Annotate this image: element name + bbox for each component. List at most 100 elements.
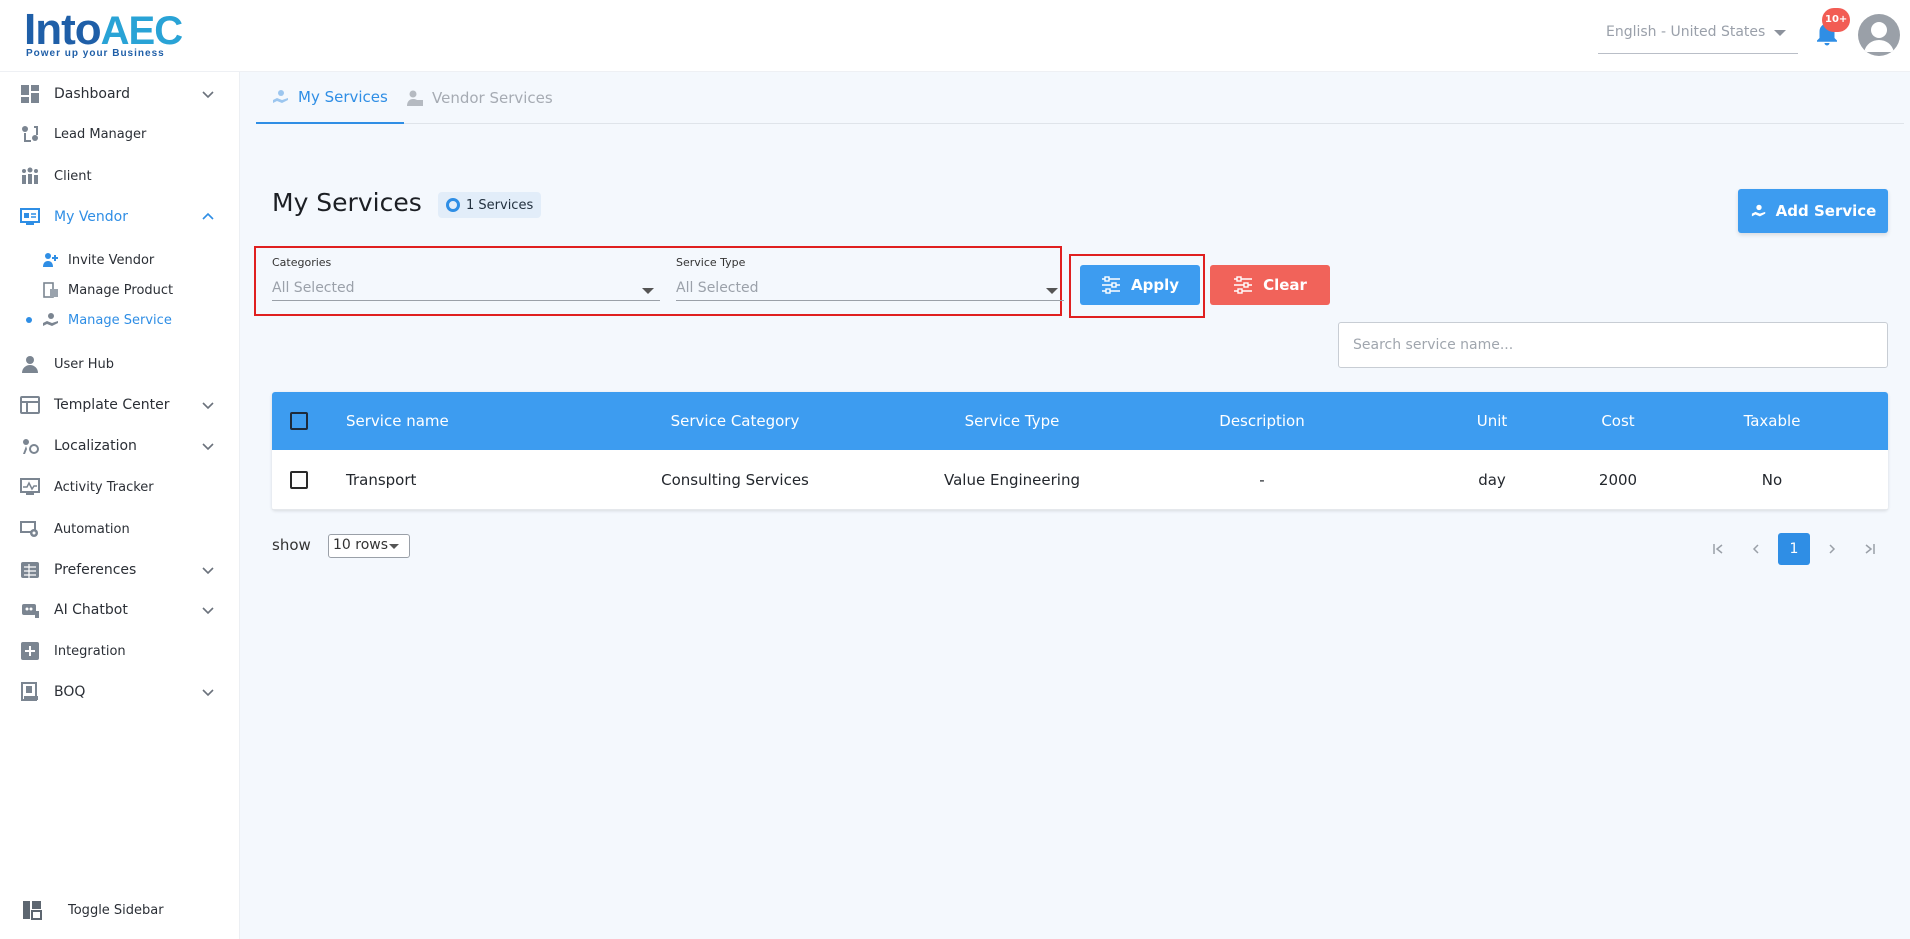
service-type-select[interactable]: Service Type All Selected xyxy=(676,256,1064,302)
sidebar-item-label: BOQ xyxy=(54,684,86,700)
language-select[interactable]: English - United States xyxy=(1598,14,1798,54)
active-dot xyxy=(26,317,32,323)
categories-select[interactable]: Categories All Selected xyxy=(272,256,660,302)
sidebar-item-template-center[interactable]: Template Center xyxy=(0,385,240,425)
toggle-sidebar-button[interactable]: Toggle Sidebar xyxy=(0,890,240,930)
template-icon xyxy=(20,396,40,414)
sidebar-item-my-vendor[interactable]: My Vendor xyxy=(0,197,240,237)
sidebar-item-preferences[interactable]: Preferences xyxy=(0,550,240,590)
service-type-label: Service Type xyxy=(676,256,746,269)
table-header: Service name Service Category Service Ty… xyxy=(272,392,1888,450)
select-all-cell xyxy=(290,392,314,450)
cell-service-name: Transport xyxy=(346,470,417,489)
column-header[interactable]: Service Type xyxy=(872,392,1152,450)
show-label: show xyxy=(272,536,311,554)
sliders-icon xyxy=(1234,276,1253,294)
sidebar-subitem-label: Invite Vendor xyxy=(68,252,155,268)
manage-product-icon xyxy=(43,282,58,298)
last-page-button[interactable] xyxy=(1854,533,1886,565)
page-button-current[interactable]: 1 xyxy=(1778,533,1810,565)
caret-down-icon xyxy=(642,288,654,294)
services-count-badge: 1 Services xyxy=(438,192,542,218)
sidebar-item-automation[interactable]: Automation xyxy=(0,509,240,549)
first-page-button[interactable] xyxy=(1702,533,1734,565)
sidebar-subitem-label: Manage Product xyxy=(68,282,174,298)
rows-per-page-value: 10 rows xyxy=(333,537,389,553)
first-page-icon xyxy=(1713,544,1723,554)
field-underline xyxy=(272,300,660,301)
integration-icon xyxy=(21,642,39,660)
chevron-up-icon xyxy=(202,212,214,220)
apply-label: Apply xyxy=(1130,276,1179,294)
sidebar-item-user-hub[interactable]: User Hub xyxy=(0,344,240,384)
sidebar-toggle-icon xyxy=(23,901,42,920)
notification-badge: 10+ xyxy=(1822,8,1851,32)
sidebar-item-label: My Vendor xyxy=(54,209,128,225)
sidebar-subitem-manage-product[interactable]: Manage Product xyxy=(0,275,240,305)
sidebar-item-label: User Hub xyxy=(54,356,115,372)
sidebar-item-activity-tracker[interactable]: Activity Tracker xyxy=(0,467,240,507)
cell-unit: day xyxy=(1478,470,1506,489)
chevron-down-icon xyxy=(202,91,214,99)
add-service-label: Add Service xyxy=(1775,202,1877,220)
sidebar-item-ai-chatbot[interactable]: AI Chatbot xyxy=(0,590,240,630)
sidebar-item-label: Activity Tracker xyxy=(54,479,154,495)
avatar[interactable] xyxy=(1858,14,1900,56)
app-logo[interactable]: IntoAEC Power up your Business xyxy=(24,6,183,62)
cell-cost: 2000 xyxy=(1598,470,1638,489)
sidebar-item-label: Automation xyxy=(54,521,130,537)
preferences-icon xyxy=(21,562,39,578)
clear-button[interactable]: Clear xyxy=(1210,265,1330,305)
chevron-down-icon xyxy=(202,443,214,451)
categories-label: Categories xyxy=(272,256,332,269)
lead-manager-icon xyxy=(22,126,38,142)
sidebar-item-boq[interactable]: BOQ xyxy=(0,672,240,712)
sidebar-item-localization[interactable]: Localization xyxy=(0,426,240,466)
cell-service-type: Value Engineering xyxy=(944,470,1080,489)
sidebar-item-label: AI Chatbot xyxy=(54,602,128,618)
sidebar-subitem-invite-vendor[interactable]: Invite Vendor xyxy=(0,245,240,275)
sidebar: Dashboard Lead Manager Client My Vendor … xyxy=(0,72,240,939)
cell-service-category: Consulting Services xyxy=(661,470,809,489)
column-header[interactable]: Taxable xyxy=(1722,392,1822,450)
column-header[interactable]: Description xyxy=(1152,392,1372,450)
tab-vendor-services[interactable]: Vendor Services xyxy=(406,72,553,124)
last-page-icon xyxy=(1865,544,1875,554)
sidebar-item-lead-manager[interactable]: Lead Manager xyxy=(0,114,240,154)
rows-per-page-select[interactable]: 10 rows xyxy=(328,534,410,558)
chevron-down-icon xyxy=(202,689,214,697)
chevron-down-icon xyxy=(202,607,214,615)
prev-page-button[interactable] xyxy=(1740,533,1772,565)
sidebar-item-label: Integration xyxy=(54,643,126,659)
sidebar-subitem-manage-service[interactable]: Manage Service xyxy=(0,305,240,335)
page-title: My Services xyxy=(272,188,422,217)
select-all-checkbox[interactable] xyxy=(290,412,308,430)
caret-down-icon xyxy=(1774,30,1786,36)
row-checkbox[interactable] xyxy=(290,470,308,489)
service-hand-icon xyxy=(1751,204,1765,217)
column-header[interactable]: Cost xyxy=(1568,392,1668,450)
main-content: My Services Vendor Services My Services … xyxy=(240,72,1910,939)
localization-icon xyxy=(23,439,39,454)
service-hand-icon xyxy=(273,90,288,103)
cell-description: - xyxy=(1259,470,1265,489)
field-underline xyxy=(676,300,1064,301)
sidebar-item-dashboard[interactable]: Dashboard xyxy=(0,74,240,114)
column-header[interactable]: Service Category xyxy=(612,392,858,450)
sidebar-item-integration[interactable]: Integration xyxy=(0,631,240,671)
column-header[interactable]: Service name xyxy=(346,392,449,450)
sidebar-item-client[interactable]: Client xyxy=(0,156,240,196)
invite-vendor-icon xyxy=(43,253,58,267)
cell-taxable: No xyxy=(1761,470,1783,489)
sidebar-item-label: Preferences xyxy=(54,562,137,578)
client-icon xyxy=(22,167,38,184)
tab-my-services[interactable]: My Services xyxy=(256,72,404,124)
add-service-button[interactable]: Add Service xyxy=(1738,189,1888,233)
column-header[interactable]: Unit xyxy=(1442,392,1542,450)
next-page-button[interactable] xyxy=(1816,533,1848,565)
search-input[interactable] xyxy=(1338,322,1888,368)
caret-down-icon xyxy=(1046,288,1058,294)
apply-button[interactable]: Apply xyxy=(1080,265,1200,305)
table-row[interactable]: Transport Consulting Services Value Engi… xyxy=(272,450,1888,510)
sidebar-subitem-label: Manage Service xyxy=(68,312,172,328)
